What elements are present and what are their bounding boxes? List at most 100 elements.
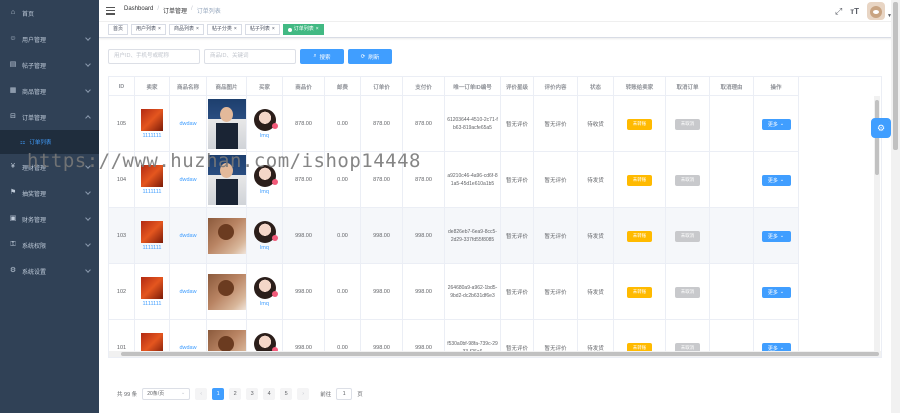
tag-item[interactable]: 帖子列表 ×: [244, 24, 280, 35]
goods-name[interactable]: dwdaw: [179, 289, 196, 295]
seller-name[interactable]: 1111111: [143, 357, 162, 358]
goods-name[interactable]: dwdaw: [179, 121, 196, 127]
breadcrumb-section[interactable]: 订单管理: [163, 6, 187, 15]
fullscreen-icon[interactable]: ⤢: [835, 6, 842, 17]
sidebar-item[interactable]: ▤ 帖子管理: [0, 52, 99, 78]
table-horizontal-scrollbar[interactable]: [109, 351, 881, 357]
close-icon[interactable]: ×: [234, 25, 237, 34]
search-button[interactable]: ⌕ 搜索: [300, 49, 344, 64]
page-vertical-scrollbar[interactable]: [891, 0, 900, 413]
refresh-button[interactable]: ⟳ 刷新: [348, 49, 392, 64]
table-cell-postage: 0.00: [325, 208, 361, 264]
close-icon[interactable]: ×: [272, 25, 275, 34]
close-icon[interactable]: ×: [316, 25, 319, 34]
settings-float-button[interactable]: ⚙: [871, 118, 891, 138]
column-header: 订单价: [361, 77, 403, 96]
tag-item[interactable]: 首页: [108, 24, 129, 35]
cancel-status-button[interactable]: 未取消: [675, 118, 700, 130]
sidebar-item[interactable]: ¥ 理财管理: [0, 154, 99, 180]
sidebar-item-label: 系统设置: [22, 269, 47, 276]
goods-name[interactable]: dwdaw: [179, 233, 196, 239]
sidebar-item[interactable]: ⚿ 系统权限: [0, 232, 99, 258]
product-image[interactable]: [207, 274, 246, 310]
seller-name[interactable]: 1111111: [143, 189, 162, 195]
transfer-status-button[interactable]: 未转账: [627, 286, 652, 298]
more-actions-button[interactable]: 更多 ⌄: [761, 286, 791, 298]
cell-text: 878.00: [295, 177, 312, 183]
table-cell-hash: a9210c46-4a96-cd6f-81a5-45d1e610a1b5: [445, 152, 501, 208]
seller-avatar: [141, 109, 163, 131]
seller-name[interactable]: 1111111: [143, 245, 162, 251]
product-image[interactable]: [207, 155, 246, 205]
goods-name[interactable]: dwdaw: [179, 177, 196, 183]
close-icon[interactable]: ×: [196, 25, 199, 34]
page-number[interactable]: 2: [229, 388, 242, 400]
breadcrumb: Dashboard / 订单管理 / 订单列表: [124, 6, 221, 15]
font-size-icon[interactable]: тT: [850, 7, 859, 16]
table-cell-id: 104: [109, 152, 135, 208]
table-cell-more: 更多 ⌄: [754, 264, 799, 320]
goto-page-input[interactable]: 1: [336, 388, 353, 400]
sidebar-item[interactable]: ⚙ 系统设置: [0, 258, 99, 284]
seller-name[interactable]: 1111111: [143, 133, 162, 139]
sidebar-item[interactable]: ☺ 用户管理: [0, 26, 99, 52]
chevron-icon: [85, 61, 91, 67]
breadcrumb-home[interactable]: Dashboard: [124, 6, 153, 15]
next-page-button[interactable]: ›: [297, 388, 310, 400]
transfer-status-button[interactable]: 未转账: [627, 118, 652, 130]
sidebar-item-label: 订单管理: [22, 115, 47, 122]
user-avatar[interactable]: [867, 2, 886, 20]
table-cell-hash: 61203644-4510-2c71-fb63-819acfe65a5: [445, 96, 501, 152]
sidebar-subitem-order-list[interactable]: ⚏ 订单列表: [0, 130, 99, 154]
sidebar-item[interactable]: ⚑ 抽奖管理: [0, 180, 99, 206]
buyer-name[interactable]: lmq: [260, 245, 269, 251]
buyer-name[interactable]: lmq: [260, 357, 269, 358]
prev-page-button[interactable]: ‹: [195, 388, 208, 400]
tag-item[interactable]: 帖子分类 ×: [206, 24, 242, 35]
product-image[interactable]: [207, 99, 246, 149]
cell-text: 998.00: [373, 233, 390, 239]
sidebar-item[interactable]: ⌂ 首页: [0, 0, 99, 26]
chevron-icon: [85, 189, 91, 195]
transfer-status-button[interactable]: 未转账: [627, 174, 652, 186]
more-actions-button[interactable]: 更多 ⌄: [761, 174, 791, 186]
tag-item[interactable]: 用户列表 ×: [131, 24, 166, 35]
sidebar-item[interactable]: ▣ 财务管理: [0, 206, 99, 232]
goods-search-input[interactable]: 商品ID、关键词: [204, 49, 296, 64]
table-cell-order_price: 878.00: [361, 152, 403, 208]
seller-name[interactable]: 1111111: [143, 301, 162, 307]
table-cell-reason: [710, 152, 754, 208]
more-actions-button[interactable]: 更多 ⌄: [761, 230, 791, 242]
cancel-status-button[interactable]: 未取消: [675, 174, 700, 186]
page-number[interactable]: 5: [280, 388, 293, 400]
sidebar-item[interactable]: ⊟ 订单管理: [0, 104, 99, 130]
cell-text: 878.00: [373, 121, 390, 127]
buyer-name[interactable]: lmq: [260, 133, 269, 139]
transfer-status-button[interactable]: 未转账: [627, 230, 652, 242]
page-size-select[interactable]: 20条/页: [142, 388, 191, 400]
page-number[interactable]: 4: [263, 388, 276, 400]
close-icon[interactable]: ×: [158, 25, 161, 34]
product-image[interactable]: [207, 218, 246, 254]
table-cell-cancel: 未取消: [666, 264, 710, 320]
page-number[interactable]: 1: [212, 388, 225, 400]
buyer-name[interactable]: lmq: [260, 301, 269, 307]
table-cell-order_price: 878.00: [361, 96, 403, 152]
cancel-status-button[interactable]: 未取消: [675, 286, 700, 298]
hamburger-icon[interactable]: [106, 6, 115, 15]
tag-label: 帖子列表: [249, 26, 270, 32]
cancel-status-button[interactable]: 未取消: [675, 230, 700, 242]
page-number[interactable]: 3: [246, 388, 259, 400]
sidebar-item[interactable]: ▦ 商品管理: [0, 78, 99, 104]
tag-item[interactable]: 订单列表 ×: [282, 24, 324, 35]
user-search-input[interactable]: 用户ID、手机号或昵称: [108, 49, 200, 64]
table-cell-buyer: lmq: [247, 208, 283, 264]
column-header: 买家: [247, 77, 283, 96]
cell-text: 104: [116, 177, 127, 183]
more-actions-button[interactable]: 更多 ⌄: [761, 118, 791, 130]
cell-text: 待发货: [587, 178, 604, 184]
tag-item[interactable]: 商品列表 ×: [168, 24, 204, 35]
buyer-name[interactable]: lmq: [260, 189, 269, 195]
table-cell-more: 更多 ⌄: [754, 152, 799, 208]
table-cell-price: 878.00: [283, 152, 325, 208]
